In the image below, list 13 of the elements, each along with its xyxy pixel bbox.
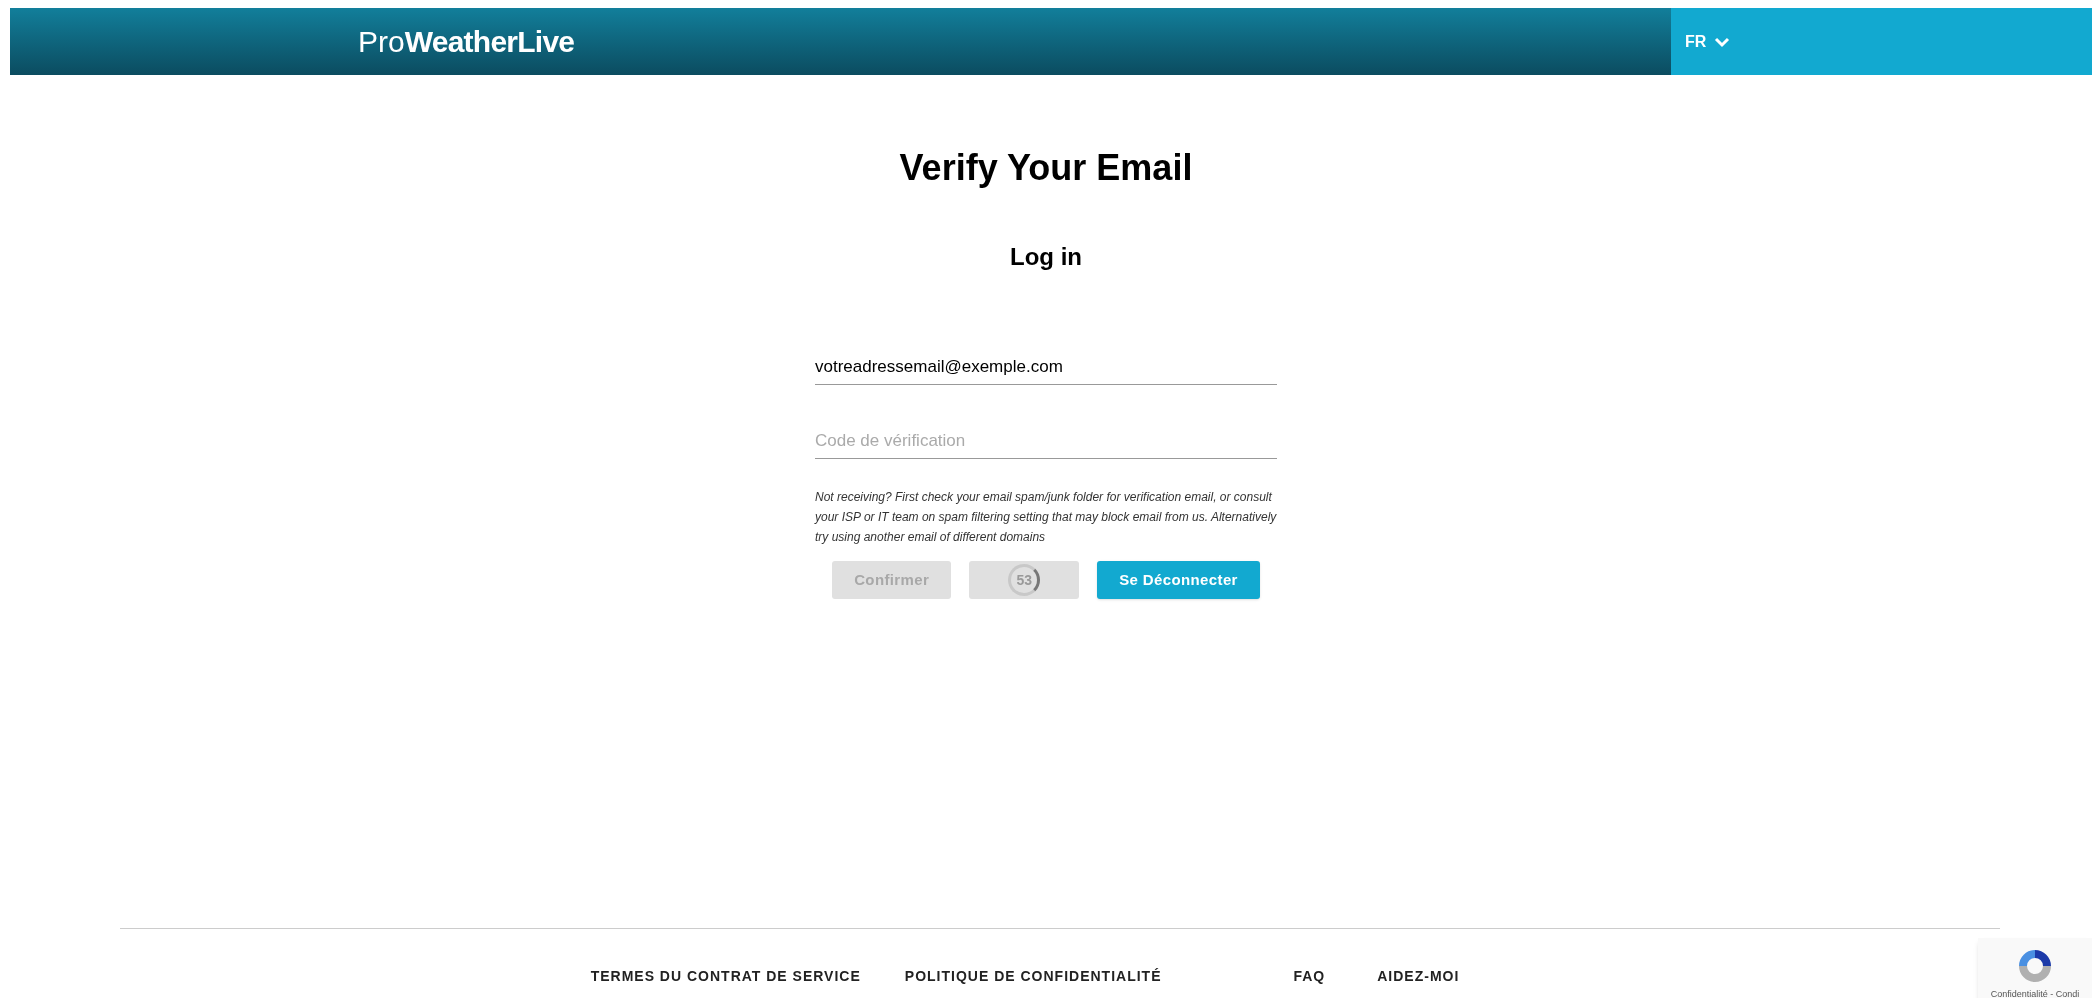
logo[interactable]: ProWeatherLive <box>358 26 575 57</box>
verification-code-field[interactable]: Code de vérification <box>815 423 1277 459</box>
footer-link[interactable]: AIDEZ-MOI <box>1377 966 1460 987</box>
recaptcha-badge[interactable]: Confidentialité - Condi <box>1978 938 2092 998</box>
chevron-down-icon <box>1714 35 1731 48</box>
page-title: Verify Your Email <box>899 146 1193 190</box>
footer-link[interactable]: POLITIQUE DE CONFIDENTIALITÉ <box>904 966 1162 987</box>
footer-link[interactable]: FAQ <box>1293 966 1326 987</box>
footer-link[interactable]: TERMES DU CONTRAT DE SERVICE <box>590 966 861 987</box>
help-text: Not receiving? First check your email spam/junk folder for verification email, or consult your ISP or IT team on spam filtering setting that may block email from us. Alternatively try using another email of different domains <box>815 489 1277 546</box>
recaptcha-text[interactable]: Confidentialité - Condi <box>1990 988 2080 998</box>
email-field[interactable]: votreadressemail@exemple.com <box>815 349 1277 385</box>
section-heading: Log in <box>1010 242 1082 272</box>
